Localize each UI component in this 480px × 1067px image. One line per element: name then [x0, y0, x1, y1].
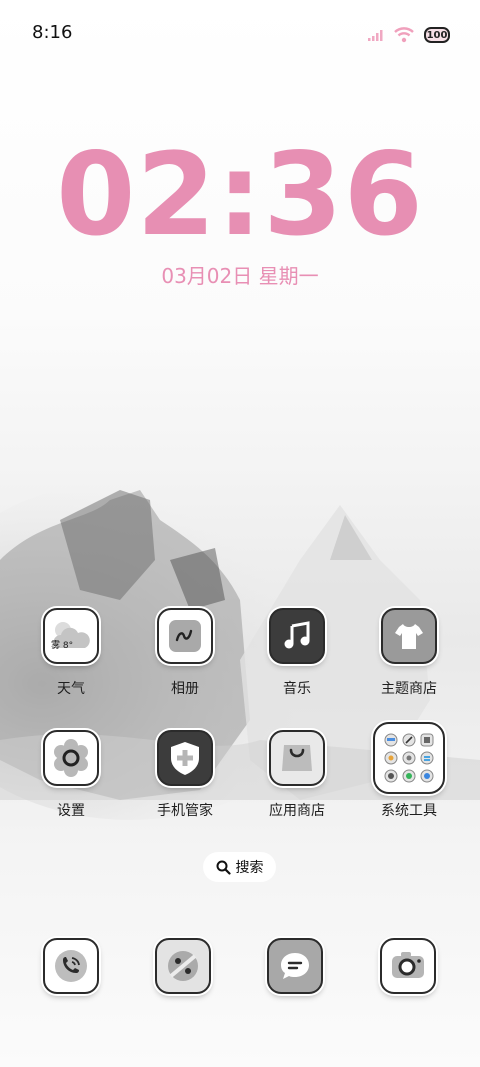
app-music[interactable]: 音乐 — [252, 608, 342, 718]
settings-gear-icon — [43, 730, 99, 786]
shopping-bag-icon — [269, 730, 325, 786]
signal-icon — [368, 30, 383, 41]
browser-icon — [168, 951, 198, 981]
folder-icon — [373, 722, 445, 794]
weather-icon: 雾 8° — [43, 608, 99, 664]
wifi-icon — [394, 27, 414, 43]
app-theme-store[interactable]: 主题商店 — [364, 608, 454, 718]
tshirt-icon — [381, 608, 437, 664]
app-label: 天气 — [57, 681, 85, 697]
search-button[interactable]: 搜索 — [203, 852, 276, 882]
shield-plus-icon — [157, 730, 213, 786]
app-label: 音乐 — [283, 681, 311, 697]
app-label: 手机管家 — [157, 803, 213, 819]
app-phone-manager[interactable]: 手机管家 — [140, 730, 230, 840]
dock-browser[interactable] — [155, 938, 211, 994]
app-app-store[interactable]: 应用商店 — [252, 730, 342, 840]
app-label: 相册 — [171, 681, 199, 697]
app-label: 应用商店 — [269, 803, 325, 819]
clock-widget-time[interactable]: 02:36 — [0, 128, 480, 261]
clock-widget-date[interactable]: 03月02日 星期一 — [0, 260, 480, 289]
gallery-icon — [157, 608, 213, 664]
app-settings[interactable]: 设置 — [26, 730, 116, 840]
app-label: 主题商店 — [381, 681, 437, 697]
messages-icon — [281, 953, 309, 979]
app-gallery[interactable]: 相册 — [140, 608, 230, 718]
phone-icon — [55, 950, 87, 982]
search-icon — [216, 860, 231, 875]
status-time: 8:16 — [32, 22, 73, 43]
camera-icon — [392, 952, 424, 978]
search-label: 搜索 — [235, 860, 264, 876]
status-icons: 100 — [368, 24, 450, 46]
dock-phone[interactable] — [43, 938, 99, 994]
weather-text: 雾 8° — [51, 641, 74, 651]
status-bar: 8:16 100 — [0, 0, 480, 64]
music-note-icon — [269, 608, 325, 664]
app-label: 设置 — [57, 803, 85, 819]
dock-camera[interactable] — [380, 938, 436, 994]
app-label: 系统工具 — [381, 803, 437, 819]
app-weather[interactable]: 雾 8° 天气 — [26, 608, 116, 718]
folder-system-tools[interactable]: 系统工具 — [364, 722, 454, 832]
dock-messages[interactable] — [267, 938, 323, 994]
battery-icon: 100 — [424, 27, 450, 43]
